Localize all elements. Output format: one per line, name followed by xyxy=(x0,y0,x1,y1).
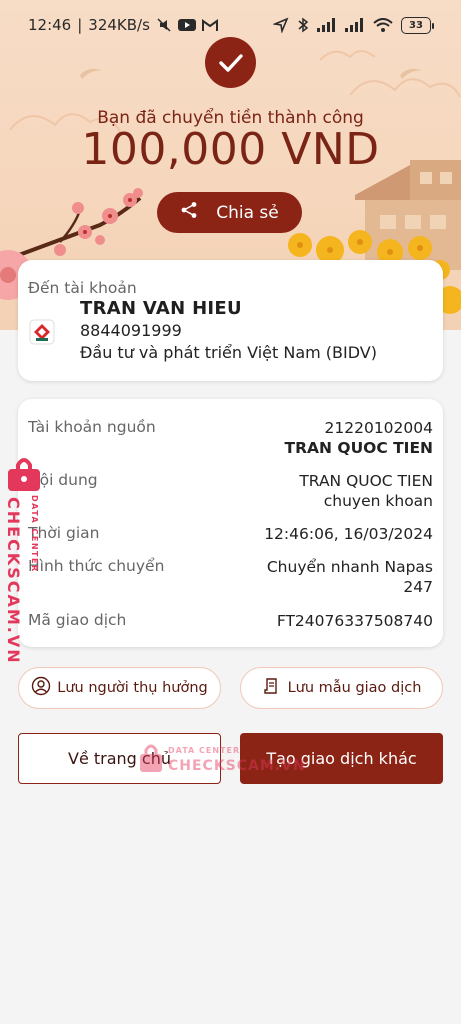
signal-icon xyxy=(317,18,337,32)
signal-icon-2 xyxy=(345,18,365,32)
recipient-name: TRAN VAN HIEU xyxy=(80,298,242,319)
watermark-sub: DATA CENTER xyxy=(30,495,39,573)
detail-row-method: Hình thức chuyển Chuyển nhanh Napas 247 xyxy=(28,557,433,597)
detail-row-txn: Mã giao dịch FT24076337508740 xyxy=(28,611,433,631)
watermark-brand: CHECKSCAM.VN xyxy=(4,497,23,665)
transaction-details-card: Tài khoản nguồn 21220102004 TRAN QUOC TI… xyxy=(18,399,443,647)
content-value: TRAN QUOC TIEN chuyen khoan xyxy=(299,471,433,511)
recipient-account: 8844091999 xyxy=(80,321,182,340)
watermark-center: DATA CENTER CHECKSCAM.VN xyxy=(138,741,305,781)
recipient-label: Đến tài khoản xyxy=(28,279,137,297)
method-label: Hình thức chuyển xyxy=(28,557,165,575)
gmail-icon xyxy=(201,18,218,32)
youtube-icon xyxy=(177,18,196,32)
detail-row-source: Tài khoản nguồn 21220102004 TRAN QUOC TI… xyxy=(28,418,433,458)
txn-value: FT24076337508740 xyxy=(276,612,433,630)
share-button[interactable]: Chia sẻ xyxy=(157,192,302,233)
mute-icon xyxy=(156,17,172,33)
save-template-button[interactable]: Lưu mẫu giao dịch xyxy=(240,667,443,709)
save-template-label: Lưu mẫu giao dịch xyxy=(287,680,422,696)
recipient-bank: Đầu tư và phát triển Việt Nam (BIDV) xyxy=(80,343,377,362)
wifi-icon xyxy=(373,17,393,33)
recipient-card: Đến tài khoản TRAN VAN HIEU 8844091999 Đ… xyxy=(18,260,443,381)
status-time: 12:46 xyxy=(28,16,72,34)
location-icon xyxy=(273,17,289,33)
source-value: 21220102004 TRAN QUOC TIEN xyxy=(285,418,433,458)
user-circle-icon xyxy=(31,676,51,700)
success-check-icon xyxy=(205,37,256,88)
method-line1: Chuyển nhanh Napas xyxy=(266,558,433,576)
content-line2: chuyen khoan xyxy=(323,492,433,510)
time-value: 12:46:06, 16/03/2024 xyxy=(264,525,433,543)
share-icon xyxy=(180,201,198,224)
transfer-amount: 100,000 VND xyxy=(81,124,380,175)
save-beneficiary-button[interactable]: Lưu người thụ hưởng xyxy=(18,667,221,709)
source-label: Tài khoản nguồn xyxy=(28,418,156,436)
method-line2: 247 xyxy=(403,578,433,596)
save-beneficiary-label: Lưu người thụ hưởng xyxy=(57,680,208,696)
watermark-center-brand: CHECKSCAM.VN xyxy=(168,758,306,774)
document-icon xyxy=(262,676,282,700)
detail-row-time: Thời gian 12:46:06, 16/03/2024 xyxy=(28,524,433,544)
lock-icon-center xyxy=(140,744,162,772)
status-speed: 324KB/s xyxy=(88,16,150,34)
source-account: 21220102004 xyxy=(324,419,433,437)
watermark-center-sub: DATA CENTER xyxy=(168,746,241,755)
detail-row-content: Nội dung TRAN QUOC TIEN chuyen khoan xyxy=(28,471,433,511)
bidv-logo-icon xyxy=(28,318,56,346)
watermark-side: CHECKSCAM.VN DATA CENTER xyxy=(2,455,46,665)
method-value: Chuyển nhanh Napas 247 xyxy=(267,557,433,597)
content-line1: TRAN QUOC TIEN xyxy=(299,472,433,490)
battery-icon: 33 xyxy=(401,16,434,34)
source-name: TRAN QUOC TIEN xyxy=(284,439,433,457)
status-separator: | xyxy=(77,16,83,34)
lock-icon xyxy=(8,458,40,491)
bluetooth-icon xyxy=(297,17,309,33)
share-label: Chia sẻ xyxy=(216,202,279,223)
